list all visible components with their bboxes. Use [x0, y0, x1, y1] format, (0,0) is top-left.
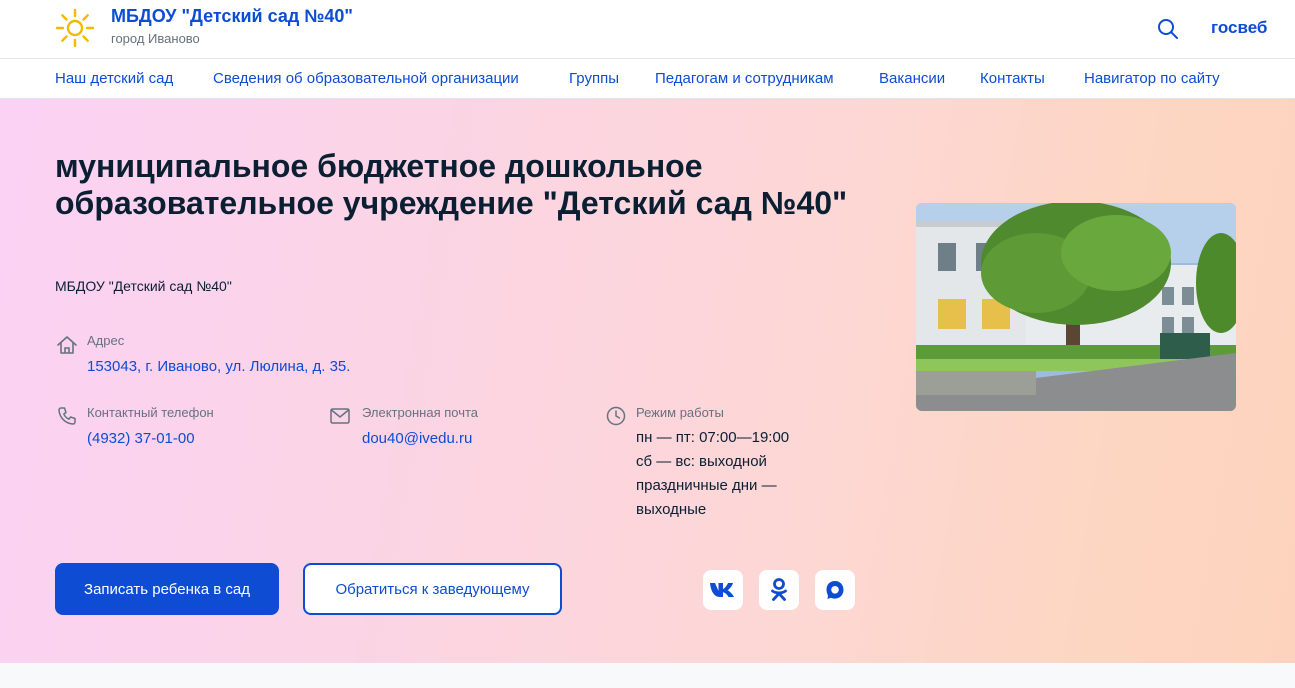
hours-holidays: праздничные дни —: [636, 477, 777, 494]
main-nav: Наш детский сад Сведения об образователь…: [0, 59, 1295, 99]
vk-icon: [710, 583, 734, 597]
nav-item-org-info[interactable]: Сведения об образовательной организации: [213, 70, 519, 87]
phone-icon: [58, 407, 76, 425]
org-name[interactable]: МБДОУ "Детский сад №40": [111, 6, 353, 27]
phone-label: Контактный телефон: [87, 405, 214, 420]
hours-weekend: сб — вс: выходной: [636, 453, 767, 470]
sun-icon[interactable]: [55, 8, 95, 48]
address-link[interactable]: 153043, г. Иваново, ул. Люлина, д. 35.: [87, 358, 350, 375]
kindergarten-building-photo: [916, 203, 1236, 411]
page-title: муниципальное бюджетное дошкольное образ…: [55, 148, 848, 221]
hours-weekdays: пн — пт: 07:00—19:00: [636, 429, 790, 446]
house-icon: [57, 336, 77, 354]
clock-icon: [606, 406, 626, 426]
vk-link[interactable]: [703, 570, 743, 610]
contact-head-button[interactable]: Обратиться к заведующему: [303, 563, 562, 615]
site-header: МБДОУ "Детский сад №40" город Иваново го…: [0, 0, 1295, 59]
nav-item-site-navigator[interactable]: Навигатор по сайту: [1084, 70, 1220, 87]
odnoklassniki-link[interactable]: [759, 570, 799, 610]
email-label: Электронная почта: [362, 405, 479, 420]
hours-holidays-cont: выходные: [636, 501, 707, 518]
org-city: город Иваново: [111, 31, 200, 46]
page-bottom-strip: [0, 663, 1295, 688]
max-messenger-link[interactable]: [815, 570, 855, 610]
nav-item-staff[interactable]: Педагогам и сотрудникам: [655, 70, 834, 87]
email-link[interactable]: dou40@ivedu.ru: [362, 430, 472, 447]
max-messenger-icon: [826, 581, 844, 599]
page-subtitle: МБДОУ "Детский сад №40": [55, 278, 232, 294]
mail-icon: [330, 408, 350, 424]
nav-item-vacancies[interactable]: Вакансии: [879, 70, 945, 87]
nav-item-contacts[interactable]: Контакты: [980, 70, 1045, 87]
search-icon[interactable]: [1156, 17, 1180, 41]
hours-label: Режим работы: [636, 405, 724, 420]
odnoklassniki-icon: [771, 578, 787, 601]
address-label: Адрес: [87, 333, 125, 348]
gosweb-logo-link[interactable]: госвеб: [1211, 18, 1267, 38]
nav-item-groups[interactable]: Группы: [569, 70, 619, 87]
nav-item-kindergarten[interactable]: Наш детский сад: [55, 70, 173, 87]
phone-link[interactable]: (4932) 37-01-00: [87, 430, 195, 447]
enroll-child-button[interactable]: Записать ребенка в сад: [55, 563, 279, 615]
